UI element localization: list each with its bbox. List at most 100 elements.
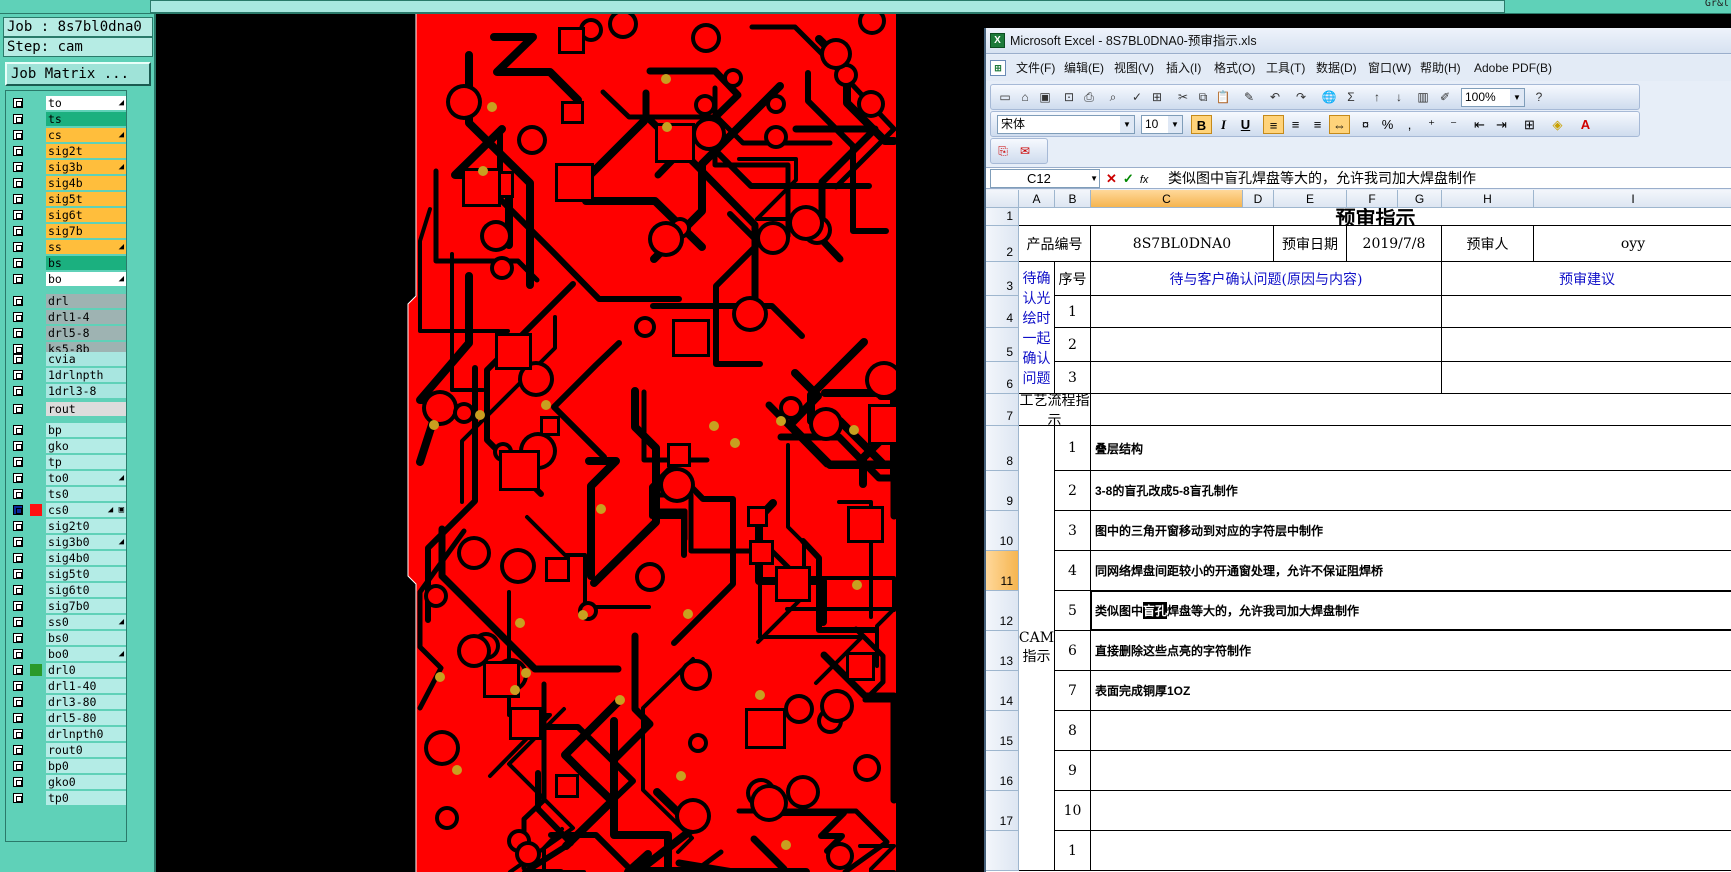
layer-color-marker[interactable] [30,568,42,580]
layer-row[interactable]: 1drlnpth [8,367,126,383]
column-header[interactable]: B [1055,190,1091,208]
paste-icon[interactable]: 📋 [1215,89,1231,105]
layer-color-marker[interactable] [30,664,42,676]
cut-icon[interactable]: ✂ [1175,89,1191,105]
layer-color-marker[interactable] [30,728,42,740]
layer-row[interactable]: sig5t0 [8,566,126,582]
layer-row[interactable]: bp [8,422,126,438]
layer-name[interactable]: bo0 ◢ [46,647,126,661]
currency-icon[interactable]: ¤ [1355,115,1376,134]
layer-checkbox[interactable] [13,489,23,499]
question-number[interactable]: 3 [1055,362,1091,394]
layer-color-marker[interactable] [30,327,42,339]
layer-row[interactable]: gko [8,438,126,454]
layer-name[interactable]: cs0 ◢ ▣ [46,503,126,517]
row-header[interactable]: 4 [986,296,1019,328]
menu-view[interactable]: 视图(V) [1114,55,1154,81]
product-value[interactable]: 8S7BL0DNA0 [1091,226,1274,262]
layer-row[interactable]: drl5-80 [8,710,126,726]
layer-checkbox[interactable] [13,370,23,380]
question-number[interactable]: 2 [1055,328,1091,362]
layer-name[interactable]: rout [46,402,126,416]
suggestion-cell[interactable] [1442,296,1731,328]
layer-checkbox[interactable] [13,521,23,531]
layer-color-marker[interactable] [30,403,42,415]
sort-descending-icon[interactable]: ↓ [1391,89,1407,105]
cam-item-number[interactable]: 1 [1055,426,1091,471]
layer-color-marker[interactable] [30,241,42,253]
layer-color-marker[interactable] [30,385,42,397]
layer-row[interactable]: sig4b0 [8,550,126,566]
layer-row[interactable]: sig3b ◢ [8,159,126,175]
decrease-indent-icon[interactable]: ⇤ [1469,115,1490,134]
layer-row[interactable]: bs0 [8,630,126,646]
cam-label[interactable]: CAM指示 [1019,426,1055,871]
layer-checkbox[interactable] [13,146,23,156]
cam-item-number[interactable]: 5 [1055,591,1091,631]
column-header[interactable]: C [1091,190,1243,208]
borders-icon[interactable]: ⊞ [1519,115,1540,134]
column-header[interactable]: D [1243,190,1274,208]
layer-name[interactable]: cs ◢ [46,128,126,142]
cam-item-text[interactable]: 类似图中 盲孔 焊盘等大的，允许我司加大焊盘制作 [1091,591,1731,631]
cam-item-text[interactable] [1091,751,1731,791]
layer-row[interactable]: bo ◢ [8,271,126,287]
cam-item-text[interactable] [1091,791,1731,831]
layer-color-marker[interactable] [30,440,42,452]
layer-row[interactable]: sig2t0 [8,518,126,534]
layer-color-marker[interactable] [30,209,42,221]
job-matrix-button[interactable]: Job Matrix ... [5,62,151,86]
column-header[interactable]: H [1442,190,1534,208]
layer-color-marker[interactable] [30,273,42,285]
name-box[interactable]: C12 ▼ [990,169,1100,188]
layer-color-marker[interactable] [30,225,42,237]
layer-row[interactable]: sig6t [8,207,126,223]
layer-checkbox[interactable] [13,312,23,322]
workbook-icon[interactable]: ⊞ [990,60,1006,76]
layer-color-marker[interactable] [30,145,42,157]
autosum-icon[interactable]: Σ [1343,89,1359,105]
layer-name[interactable]: drl [46,294,126,308]
layer-name[interactable]: ss0 ◢ [46,615,126,629]
layer-name[interactable]: sig4b [46,176,126,190]
layer-name[interactable]: tp0 [46,791,126,805]
layer-row[interactable]: bp0 [8,758,126,774]
layer-color-marker[interactable] [30,776,42,788]
underline-button[interactable]: U [1235,115,1256,134]
layer-name[interactable]: sig6t [46,208,126,222]
layer-checkbox[interactable] [13,274,23,284]
row-header[interactable] [986,831,1019,871]
row-header[interactable]: 5 [986,328,1019,362]
layer-color-marker[interactable] [30,520,42,532]
layer-checkbox[interactable] [13,130,23,140]
layer-row[interactable]: drlnpth0 [8,726,126,742]
cam-item-number[interactable]: 7 [1055,671,1091,711]
layer-checkbox[interactable] [13,354,23,364]
layer-name[interactable]: sig6t0 [46,583,126,597]
layer-color-marker[interactable] [30,193,42,205]
layer-row[interactable]: bs [8,255,126,271]
layer-name[interactable]: bs0 [46,631,126,645]
pcb-graphic-view[interactable] [158,14,896,872]
layer-checkbox[interactable] [13,713,23,723]
layer-checkbox[interactable] [13,745,23,755]
cam-item-number[interactable]: 4 [1055,551,1091,591]
percent-icon[interactable]: % [1377,115,1398,134]
layer-row[interactable]: sig7b [8,223,126,239]
enter-icon[interactable]: ✓ [1123,171,1134,186]
layer-name[interactable]: bp [46,423,126,437]
layer-name[interactable]: ts0 [46,487,126,501]
menu-edit[interactable]: 编辑(E) [1064,55,1104,81]
layer-checkbox[interactable] [13,226,23,236]
layer-checkbox[interactable] [13,729,23,739]
research-icon[interactable]: ⊞ [1149,89,1165,105]
cam-item-text[interactable] [1091,831,1731,871]
layer-name[interactable]: bo ◢ [46,272,126,286]
menu-adobe-pdf[interactable]: Adobe PDF(B) [1474,55,1552,81]
layer-checkbox[interactable] [13,178,23,188]
row-header[interactable]: 14 [986,671,1019,711]
layer-color-marker[interactable] [30,113,42,125]
redo-icon[interactable]: ↷ [1293,89,1309,105]
row-header[interactable]: 13 [986,631,1019,671]
cam-item-number[interactable]: 8 [1055,711,1091,751]
